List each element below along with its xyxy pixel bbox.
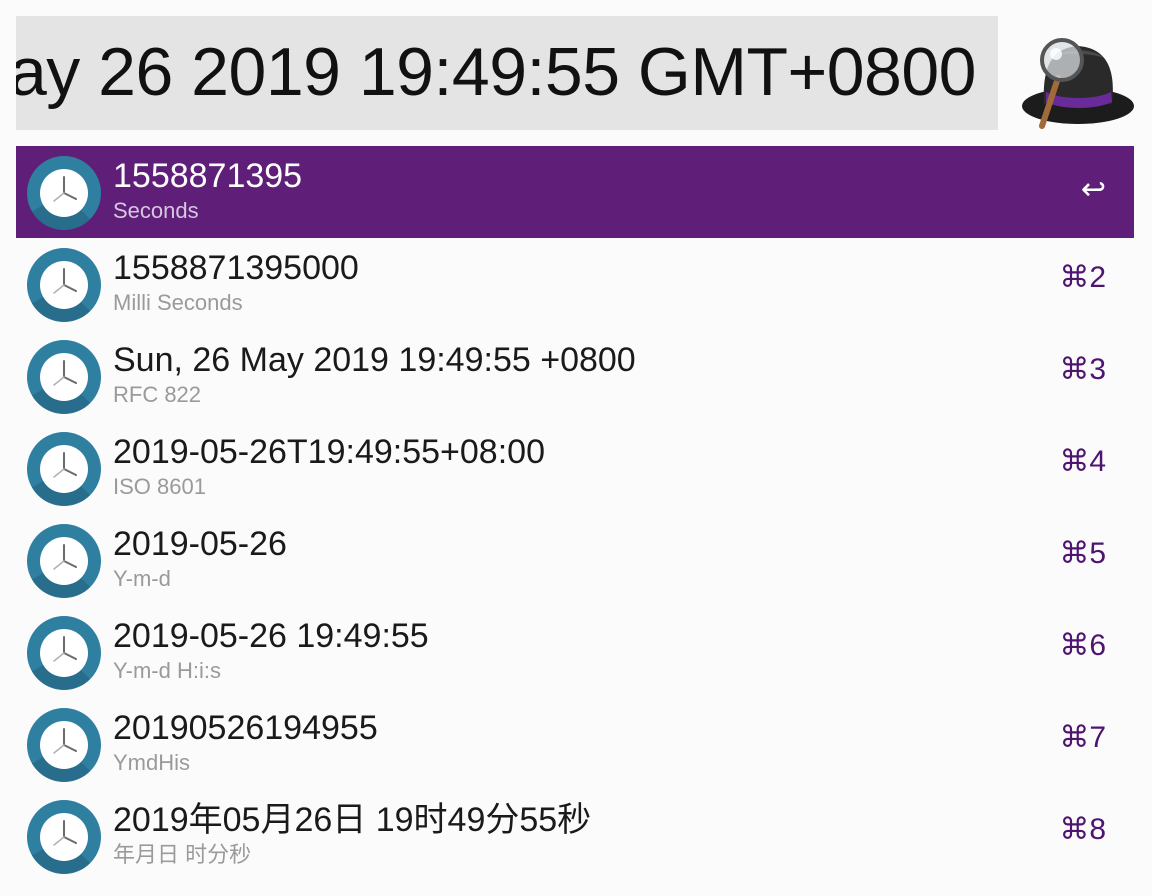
search-row: ay 26 2019 19:49:55 GMT+0800 — [16, 16, 1134, 130]
result-title: 2019年05月26日 19时49分55秒 — [113, 801, 592, 839]
result-title: 1558871395 — [113, 157, 303, 195]
result-subtitle: ISO 8601 — [113, 474, 206, 499]
result-subtitle: YmdHis — [113, 750, 191, 775]
result-subtitle: Seconds — [113, 198, 199, 223]
result-subtitle: 年月日 时分秒 — [113, 842, 252, 867]
result-row[interactable]: 2019年05月26日 19时49分55秒 年月日 时分秒 ⌘8 — [16, 790, 1134, 882]
result-row[interactable]: 2019-05-26T19:49:55+08:00 ISO 8601 ⌘4 — [16, 422, 1134, 514]
clock-icon — [26, 799, 102, 875]
results-list: 1558871395 Seconds ↩ 1558871395000 Milli… — [16, 146, 1134, 882]
result-shortcut: ⌘6 — [1059, 629, 1106, 662]
result-shortcut: ⌘7 — [1059, 721, 1106, 754]
result-subtitle: RFC 822 — [113, 382, 202, 407]
result-row[interactable]: 2019-05-26 Y-m-d ⌘5 — [16, 514, 1134, 606]
clock-icon — [26, 339, 102, 415]
alfred-window: ay 26 2019 19:49:55 GMT+0800 1558871395 … — [0, 0, 1152, 896]
clock-icon — [26, 155, 102, 231]
search-query-text[interactable]: ay 26 2019 19:49:55 GMT+0800 — [16, 30, 977, 114]
result-shortcut: ⌘3 — [1059, 353, 1106, 386]
result-row[interactable]: 1558871395 Seconds ↩ — [16, 146, 1134, 238]
alfred-hat-icon — [1016, 26, 1136, 136]
result-title: 1558871395000 — [113, 249, 359, 287]
result-subtitle: Y-m-d H:i:s — [113, 658, 221, 683]
result-row[interactable]: 1558871395000 Milli Seconds ⌘2 — [16, 238, 1134, 330]
result-title: 20190526194955 — [113, 709, 378, 747]
result-title: 2019-05-26 19:49:55 — [113, 617, 429, 655]
result-row[interactable]: 2019-05-26 19:49:55 Y-m-d H:i:s ⌘6 — [16, 606, 1134, 698]
result-subtitle: Y-m-d — [113, 566, 171, 591]
result-title: Sun, 26 May 2019 19:49:55 +0800 — [113, 341, 636, 379]
result-shortcut: ⌘5 — [1059, 537, 1106, 570]
result-title: 2019-05-26 — [113, 525, 287, 563]
result-row[interactable]: Sun, 26 May 2019 19:49:55 +0800 RFC 822 … — [16, 330, 1134, 422]
clock-icon — [26, 523, 102, 599]
search-input[interactable]: ay 26 2019 19:49:55 GMT+0800 — [16, 16, 998, 130]
return-key-icon: ↩ — [1080, 173, 1106, 206]
result-shortcut: ⌘2 — [1059, 261, 1106, 294]
clock-icon — [26, 707, 102, 783]
clock-icon — [26, 615, 102, 691]
result-shortcut: ⌘4 — [1059, 445, 1106, 478]
result-row[interactable]: 20190526194955 YmdHis ⌘7 — [16, 698, 1134, 790]
clock-icon — [26, 431, 102, 507]
result-title: 2019-05-26T19:49:55+08:00 — [113, 433, 545, 471]
result-shortcut: ⌘8 — [1059, 813, 1106, 846]
result-subtitle: Milli Seconds — [113, 290, 243, 315]
clock-icon — [26, 247, 102, 323]
